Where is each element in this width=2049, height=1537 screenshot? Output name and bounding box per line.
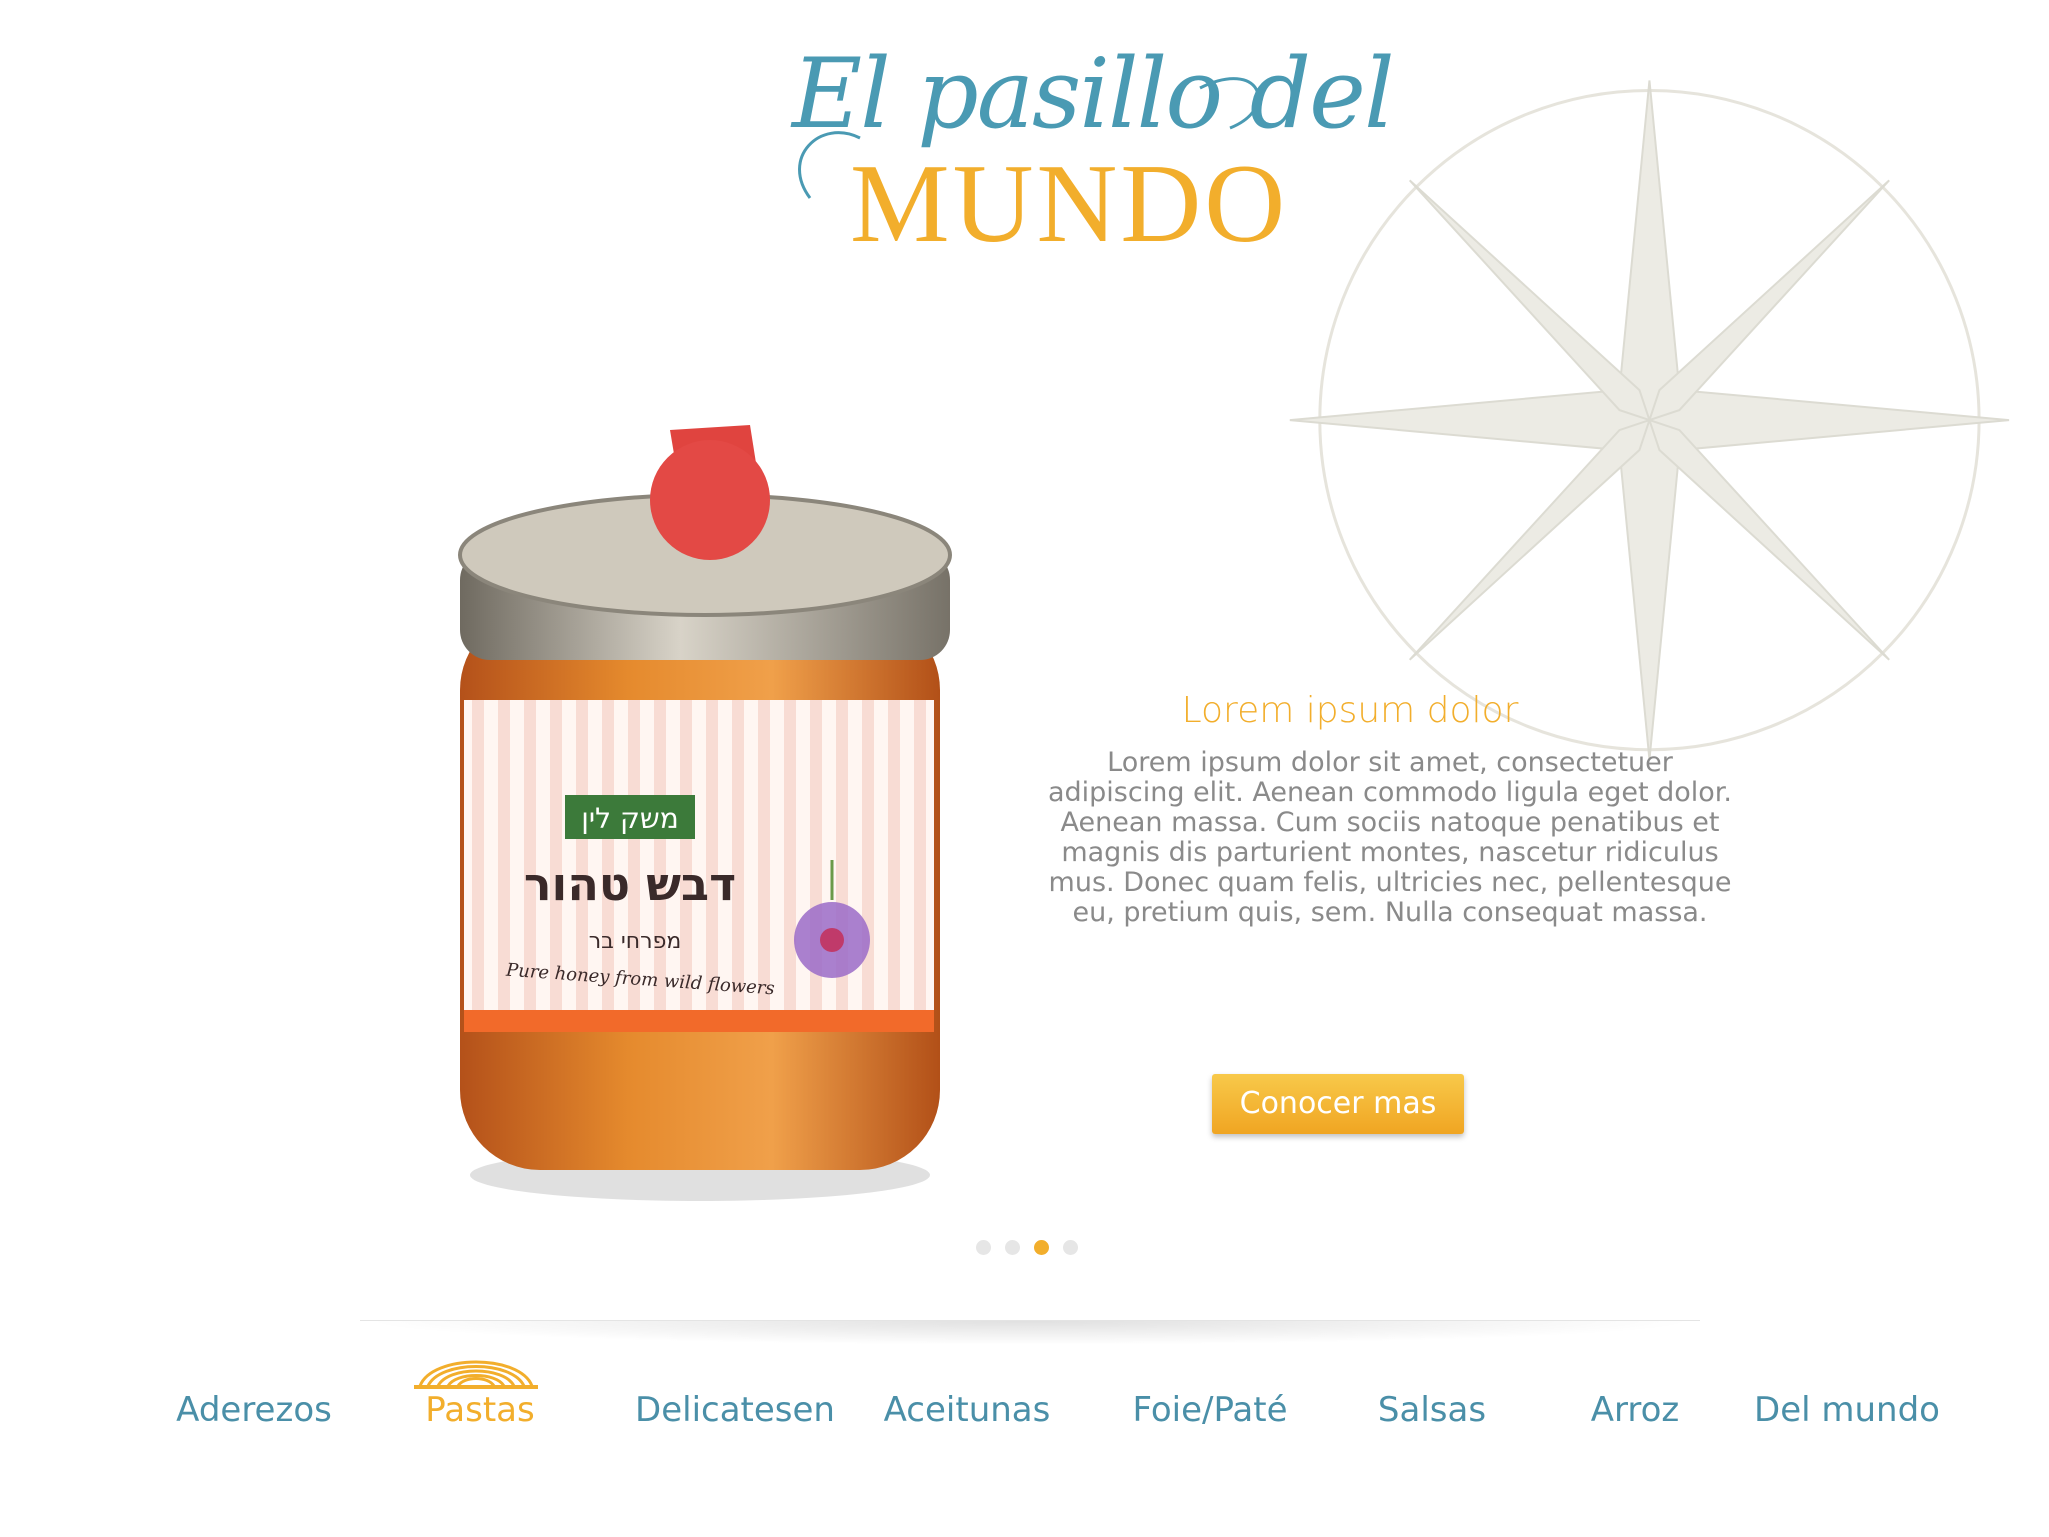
slider-dot-3[interactable] <box>1034 1240 1049 1255</box>
promo-description: Lorem ipsum dolor sit amet, consectetuer… <box>1047 747 1733 928</box>
brand-logo[interactable]: El pasillo del MUNDO <box>780 38 1395 266</box>
label-title: דבש טהור <box>524 857 736 911</box>
nav-item-delicatesen[interactable]: Delicatesen <box>635 1390 835 1430</box>
nav-item-arroz[interactable]: Arroz <box>1591 1390 1680 1430</box>
category-nav: Aderezos Pastas Delicatesen Aceitunas Fo… <box>0 1390 2049 1450</box>
logo-main-text: MUNDO <box>850 142 1289 266</box>
label-brand: משק לין <box>581 802 678 835</box>
learn-more-button[interactable]: Conocer mas <box>1212 1074 1464 1134</box>
slider-dot-2[interactable] <box>1005 1240 1020 1255</box>
promo-title: Lorem ipsum dolor <box>1181 690 1519 731</box>
nav-item-del-mundo[interactable]: Del mundo <box>1754 1390 1940 1430</box>
nav-item-aderezos[interactable]: Aderezos <box>176 1390 332 1430</box>
slider-dot-4[interactable] <box>1063 1240 1078 1255</box>
nav-item-salsas[interactable]: Salsas <box>1378 1390 1486 1430</box>
nav-item-foie-pate[interactable]: Foie/Paté <box>1132 1390 1287 1430</box>
nav-item-pastas[interactable]: Pastas <box>425 1390 534 1430</box>
slider-dots <box>976 1240 1078 1255</box>
label-subtitle: מפרחי בר <box>589 929 682 954</box>
logo-script-text: El pasillo del <box>792 38 1395 150</box>
pasta-nest-icon <box>414 1360 538 1389</box>
slider-dot-1[interactable] <box>976 1240 991 1255</box>
nav-divider <box>360 1320 1700 1345</box>
nav-item-aceitunas[interactable]: Aceitunas <box>884 1390 1051 1430</box>
product-image[interactable]: משק לין דבש טהור מפרחי בר Pure honey fro… <box>420 400 980 1220</box>
